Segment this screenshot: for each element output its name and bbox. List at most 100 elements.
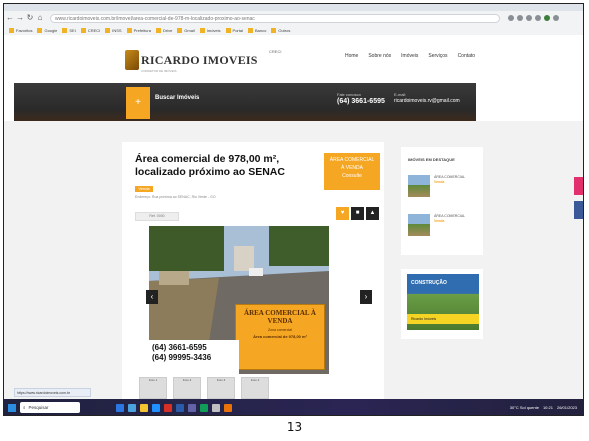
store-icon[interactable] xyxy=(152,403,160,412)
bookmark-icon xyxy=(9,27,14,33)
extension-icon[interactable] xyxy=(508,15,514,21)
thumbnail[interactable]: Foto 1 xyxy=(139,377,167,399)
thumbnail[interactable]: Foto 4 xyxy=(241,377,269,399)
search-menu-button[interactable]: + xyxy=(126,87,150,119)
bookmark-item[interactable]: Drive xyxy=(155,27,172,33)
teams-icon[interactable] xyxy=(188,403,196,412)
bookmark-icon xyxy=(155,27,161,33)
address-bar[interactable]: www.ricardoimoveis.com.br/imovel/area-co… xyxy=(50,13,500,23)
bookmark-item[interactable]: Google xyxy=(37,27,57,33)
bookmark-item[interactable]: Gmail xyxy=(177,27,195,33)
site-logo[interactable]: RICARDO IMOVEIS CORRETOR DE IMÓVEIS xyxy=(125,47,258,73)
taskbar-search-input[interactable]: ⌕ Pesquisar xyxy=(20,402,80,413)
facebook-icon[interactable] xyxy=(574,201,583,219)
extension-icon[interactable] xyxy=(526,15,532,21)
link-status-tooltip: https://www.ricardoimoveis.com.br xyxy=(14,388,91,397)
favorite-button[interactable]: ♥ xyxy=(336,207,349,220)
gallery-prev-button[interactable]: ‹ xyxy=(146,290,158,304)
bookmark-item[interactable]: CRECI xyxy=(80,27,100,33)
bookmark-item[interactable]: Imóveis xyxy=(199,27,221,33)
sidebar-ad[interactable]: CONSTRUÇÃO Ricardo Imóveis xyxy=(407,274,479,330)
forward-icon[interactable]: → xyxy=(16,13,24,23)
extension-icon[interactable] xyxy=(535,15,541,21)
email-address[interactable]: ricardoimoveis.rv@gmail.com xyxy=(394,98,460,104)
word-icon[interactable] xyxy=(176,403,184,412)
task-view-icon[interactable] xyxy=(116,403,124,412)
edge-icon[interactable] xyxy=(128,403,136,412)
featured-item[interactable]: ÁREA COMERCIAL Venda xyxy=(408,175,478,203)
sign-phone-1: (64) 3661-6595 xyxy=(152,343,207,352)
thumbnail[interactable]: Foto 3 xyxy=(207,377,235,399)
print-button[interactable]: ▲ xyxy=(366,207,379,220)
clock-date[interactable]: 26/01/2023 xyxy=(557,405,577,410)
file-explorer-icon[interactable] xyxy=(140,403,148,412)
share-button[interactable]: ■ xyxy=(351,207,364,220)
featured-thumb xyxy=(408,175,430,197)
nav-services[interactable]: Serviços xyxy=(428,53,447,59)
property-photo[interactable]: ÁREA COMERCIAL À VENDA Zona comercial Ár… xyxy=(149,226,329,374)
status-badge: Venda xyxy=(135,186,153,192)
thumbnail-strip: Foto 1 Foto 2 Foto 3 Foto 4 xyxy=(139,377,269,399)
bookmark-item[interactable]: SEI xyxy=(62,27,76,33)
price-box[interactable]: ÁREA COMERCIAL À VENDA Consulte xyxy=(324,153,380,190)
bookmark-icon xyxy=(126,27,132,33)
listing-actions: ♥ ■ ▲ xyxy=(336,207,379,220)
price-box-line: À VENDA xyxy=(341,165,363,171)
windows-start-icon[interactable] xyxy=(8,403,16,412)
page-number: 13 xyxy=(286,420,303,434)
back-icon[interactable]: ← xyxy=(6,13,14,23)
site-nav: Home Sobre nós Imóveis Serviços Contato xyxy=(345,53,475,59)
thumbnail[interactable]: Foto 2 xyxy=(173,377,201,399)
menu-icon[interactable] xyxy=(553,15,559,21)
bookmark-icon xyxy=(225,27,231,33)
price-box-line: Consulte xyxy=(342,173,362,179)
sign-phone-2: (64) 99995-3436 xyxy=(152,353,212,362)
browser-tab-strip xyxy=(4,4,583,11)
nav-contact[interactable]: Contato xyxy=(458,53,476,59)
clock-time[interactable]: 10:21 xyxy=(543,405,553,410)
featured-item[interactable]: ÁREA COMERCIAL Venda xyxy=(408,214,478,242)
reload-icon[interactable]: ↻ xyxy=(26,13,34,23)
bookmark-icon xyxy=(247,27,253,33)
nav-home[interactable]: Home xyxy=(345,53,358,59)
bookmark-item[interactable]: Prefeitura xyxy=(126,27,151,33)
bookmark-item[interactable]: Banco xyxy=(247,27,266,33)
listing-title: Área comercial de 978,00 m², localizado … xyxy=(135,153,285,178)
extension-icon[interactable] xyxy=(517,15,523,21)
home-icon[interactable]: ⌂ xyxy=(36,13,44,23)
sign-area: Área comercial de 978,00 m² xyxy=(253,334,307,339)
app-icon[interactable] xyxy=(212,403,220,412)
search-icon: ⌕ xyxy=(23,405,26,410)
instagram-icon[interactable] xyxy=(574,177,583,195)
featured-title: IMÓVEIS EM DESTAQUE xyxy=(408,157,455,162)
profile-icon[interactable] xyxy=(544,15,550,21)
phone-caption: Fale conosco xyxy=(337,92,361,97)
search-label[interactable]: Buscar Imóveis xyxy=(155,95,199,101)
featured-price: Venda xyxy=(434,218,445,223)
featured-price: Venda xyxy=(434,179,445,184)
bookmark-item[interactable]: Outros xyxy=(271,27,290,33)
nav-properties[interactable]: Imóveis xyxy=(401,53,418,59)
bookmark-item[interactable]: Portal xyxy=(225,27,243,33)
ad-band: Ricardo Imóveis xyxy=(407,314,479,324)
bookmark-item[interactable]: Favoritos xyxy=(9,27,32,33)
gallery-next-button[interactable]: › xyxy=(360,290,372,304)
logo-subtitle: CORRETOR DE IMÓVEIS xyxy=(141,69,177,73)
bookmark-icon xyxy=(199,27,205,33)
price-box-line: ÁREA COMERCIAL xyxy=(329,157,375,163)
sign-sub: Zona comercial xyxy=(268,328,292,332)
excel-icon[interactable] xyxy=(200,403,208,412)
bookmark-item[interactable]: INSS xyxy=(105,27,122,33)
app-icon[interactable] xyxy=(224,403,232,412)
featured-text: ÁREA COMERCIAL Venda xyxy=(434,214,465,242)
email-caption: E-mail xyxy=(394,92,406,97)
creci-label: CRECI xyxy=(269,49,282,54)
site-header: RICARDO IMOVEIS CORRETOR DE IMÓVEIS CREC… xyxy=(4,35,583,83)
chrome-icon[interactable] xyxy=(164,403,172,412)
nav-about[interactable]: Sobre nós xyxy=(368,53,391,59)
sign-heading: ÁREA COMERCIAL À VENDA xyxy=(244,309,316,325)
logo-text: RICARDO IMOVEIS xyxy=(141,52,258,67)
for-sale-sign: ÁREA COMERCIAL À VENDA Zona comercial Ár… xyxy=(235,304,325,370)
weather-widget[interactable]: 30°C Sol quente xyxy=(510,405,539,410)
phone-number[interactable]: (64) 3661-6595 xyxy=(337,98,385,105)
